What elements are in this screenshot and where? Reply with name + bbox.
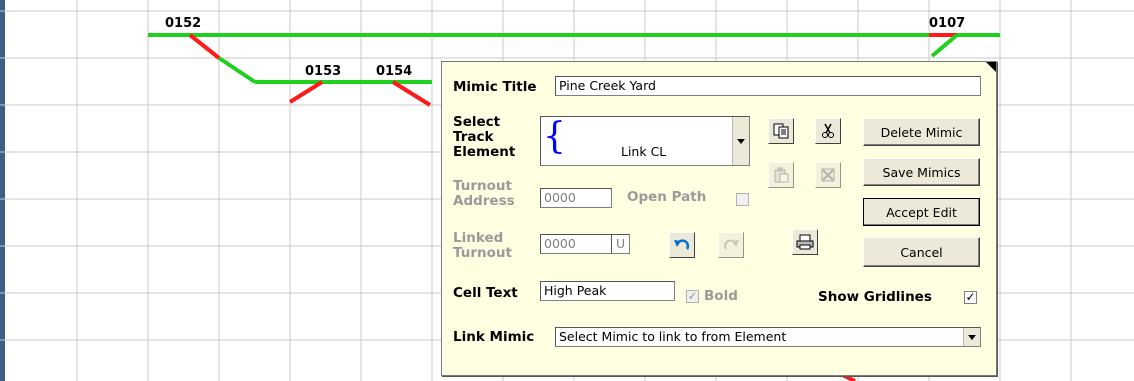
delete-mimic-button[interactable]: Delete Mimic (863, 118, 980, 146)
undo-icon (674, 239, 690, 250)
select-track-element-label: Select Track Element (453, 114, 516, 160)
turnout-address-label: Turnout Address (453, 178, 515, 209)
print-button[interactable] (792, 229, 818, 255)
mimic-title-label: Mimic Title (453, 79, 537, 95)
link-mimic-dropdown[interactable]: Select Mimic to link to from Element (555, 327, 981, 347)
cell-label-0152: 0152 (165, 16, 202, 31)
delete-element-icon (821, 168, 835, 182)
linked-turnout-suffix[interactable]: U (611, 234, 630, 254)
mimic-title-input[interactable]: Pine Creek Yard (555, 76, 981, 96)
cell-label-0107: 0107 (929, 16, 966, 31)
paste-button[interactable] (768, 162, 794, 188)
undo-button[interactable] (669, 232, 695, 258)
link-mimic-value: Select Mimic to link to from Element (559, 329, 787, 344)
bold-checkbox[interactable]: ✓ (686, 290, 699, 303)
cell-label-0153: 0153 (305, 64, 342, 79)
linked-turnout-label: Linked Turnout (453, 230, 512, 261)
cut-button[interactable] (815, 118, 841, 144)
turnout-0154 (391, 80, 432, 107)
paste-icon (774, 167, 789, 183)
redo-icon (724, 239, 739, 250)
turnout-0153 (288, 80, 324, 104)
panel-corner-marker (986, 62, 996, 72)
show-gridlines-checkbox[interactable]: ✓ (964, 291, 977, 304)
show-gridlines-label: Show Gridlines (818, 289, 932, 305)
track-element-dropdown[interactable]: { Link CL (540, 116, 750, 166)
link-mimic-label: Link Mimic (453, 329, 535, 345)
chevron-down-icon[interactable] (732, 117, 749, 165)
linked-turnout-input[interactable]: 0000 (540, 234, 612, 254)
cell-label-0154: 0154 (376, 64, 413, 79)
copy-button[interactable] (768, 118, 794, 144)
accept-edit-button[interactable]: Accept Edit (863, 198, 980, 226)
save-mimics-button[interactable]: Save Mimics (863, 158, 980, 186)
track-element-value: Link CL (621, 144, 667, 159)
chevron-down-icon[interactable] (963, 328, 980, 346)
redo-button[interactable] (718, 232, 744, 258)
bold-label: Bold (704, 288, 738, 304)
cell-text-input[interactable]: High Peak (540, 281, 675, 301)
track-diverging (217, 56, 257, 84)
open-path-label: Open Path (627, 189, 707, 205)
print-icon (796, 234, 814, 250)
turnout-0152 (188, 33, 221, 60)
link-cl-symbol-icon: { (543, 116, 566, 157)
cancel-button[interactable]: Cancel (863, 237, 980, 267)
cut-icon (822, 123, 834, 138)
track-diverging-0107 (930, 33, 959, 58)
open-path-checkbox[interactable] (736, 193, 749, 206)
cell-text-label: Cell Text (453, 285, 518, 301)
delete-element-button[interactable] (815, 162, 841, 188)
turnout-address-input[interactable]: 0000 (540, 188, 612, 208)
cell-editor-panel: Mimic Title Pine Creek Yard Select Track… (441, 61, 997, 376)
copy-icon (773, 123, 789, 139)
